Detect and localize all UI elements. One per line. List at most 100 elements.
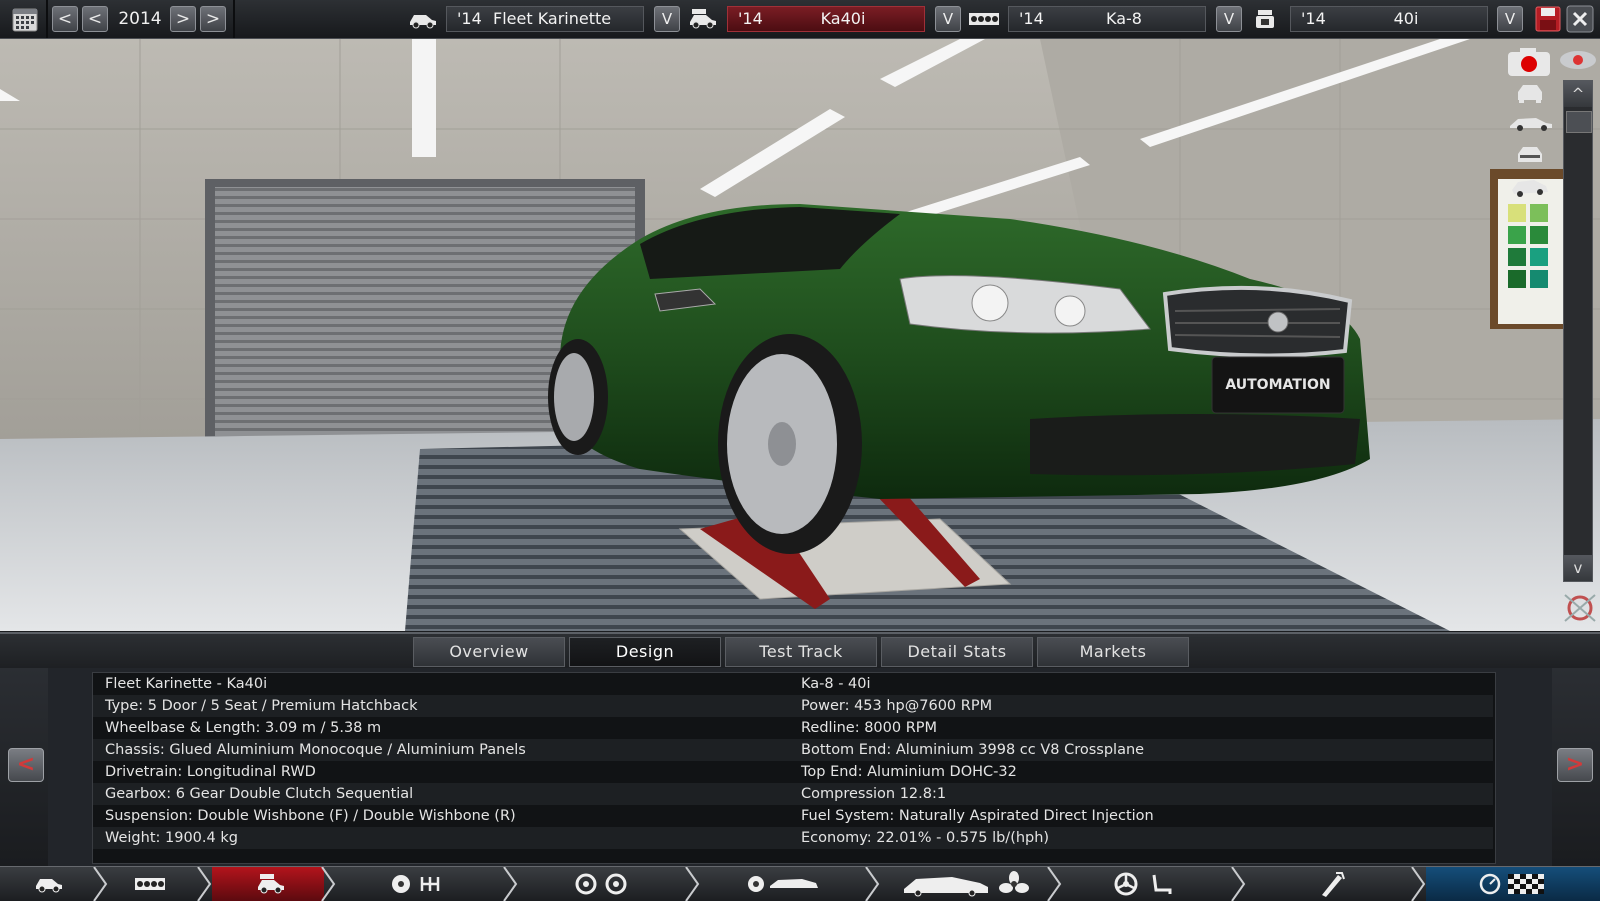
engine-selector[interactable]: '14 Ka-8 (1008, 6, 1206, 32)
three-quarter-view-icon[interactable] (1510, 174, 1550, 200)
platform-dropdown-button[interactable]: V (654, 6, 680, 32)
tuning-icon (1316, 871, 1346, 901)
suspension-cell: Suspension: Double Wishbone (F) / Double… (105, 808, 516, 824)
stage-wheels-button[interactable] (518, 867, 688, 901)
trim-year: '14 (738, 9, 763, 28)
scroll-down-button[interactable]: v (1564, 555, 1592, 581)
screenshot-camera-icon[interactable] (1506, 46, 1552, 78)
front-view-icon[interactable] (1515, 82, 1545, 104)
platform-name: Fleet Karinette (493, 9, 612, 28)
redline-cell: Redline: 8000 RPM (801, 720, 938, 736)
year-back-fast-button[interactable]: < (52, 6, 78, 32)
chevron-right-icon (93, 867, 108, 901)
side-view-icon[interactable] (1508, 114, 1554, 132)
info-tabs: Overview Design Test Track Detail Stats … (0, 632, 1600, 670)
top-toolbar: < < 2014 > > '14 Fleet Karinette V '14 K… (0, 0, 1600, 39)
chevron-right-icon (1047, 867, 1062, 901)
car-name-cell: Fleet Karinette - Ka40i (105, 676, 268, 692)
stage-engine-button[interactable] (108, 867, 200, 901)
next-page-button[interactable]: > (1557, 748, 1593, 782)
chevron-right-icon (197, 867, 212, 901)
tab-test-track[interactable]: Test Track (725, 637, 877, 667)
engine-icon (134, 876, 166, 896)
stage-body-design-button[interactable] (700, 867, 868, 901)
trim-name: Ka40i (820, 9, 866, 28)
reset-camera-icon[interactable] (1562, 592, 1598, 624)
table-row: Wheelbase & Length: 3.09 m / 5.38 m Redl… (93, 717, 1493, 739)
table-row: Fleet Karinette - Ka40i Ka-8 - 40i (93, 673, 1493, 695)
trim-dropdown-button[interactable]: V (935, 6, 961, 32)
stage-car-model-button[interactable] (0, 867, 96, 901)
economy-cell: Economy: 22.01% - 0.575 lb/(hph) (801, 830, 1050, 846)
garage-scene: AUTOMATION (0, 39, 1600, 631)
year-display: 2014 (118, 9, 162, 29)
car-model-icon (34, 875, 64, 897)
tab-overview[interactable]: Overview (413, 637, 565, 667)
stage-aero-cooling-button[interactable] (880, 867, 1050, 901)
chevron-right-icon (685, 867, 700, 901)
save-icon[interactable] (1534, 5, 1562, 33)
stage-test-track-button[interactable] (1426, 867, 1600, 901)
scroll-up-button[interactable]: ^ (1564, 81, 1592, 107)
compression-cell: Compression 12.8:1 (801, 786, 947, 802)
platform-selector[interactable]: '14 Fleet Karinette (446, 6, 644, 32)
year-back-button[interactable]: < (82, 6, 108, 32)
tab-markets[interactable]: Markets (1037, 637, 1189, 667)
engine-year: '14 (1019, 9, 1044, 28)
year-forward-fast-button[interactable]: > (200, 6, 226, 32)
body-design-icon (746, 874, 820, 898)
table-row: Chassis: Glued Aluminium Monocoque / Alu… (93, 739, 1493, 761)
chevron-right-icon (1231, 867, 1246, 901)
calendar-icon[interactable] (11, 5, 39, 33)
test-track-icon (1478, 872, 1548, 900)
chevron-right-icon (321, 867, 336, 901)
fuel-system-cell: Fuel System: Naturally Aspirated Direct … (801, 808, 1154, 824)
bottom-end-cell: Bottom End: Aluminium 3998 cc V8 Crosspl… (801, 742, 1145, 758)
engine-dropdown-button[interactable]: V (1216, 6, 1242, 32)
chevron-right-icon (503, 867, 518, 901)
variant-name: 40i (1393, 9, 1419, 28)
stage-trim-button[interactable] (212, 867, 324, 901)
power-cell: Power: 453 hp@7600 RPM (801, 698, 993, 714)
drivetrain-cell: Drivetrain: Longitudinal RWD (105, 764, 316, 780)
engine-name-cell: Ka-8 - 40i (801, 676, 871, 692)
trim-selector[interactable]: '14 Ka40i (727, 6, 925, 32)
tab-design[interactable]: Design (569, 637, 721, 667)
toggle-view-eye-icon[interactable] (1558, 48, 1598, 72)
stage-interior-button[interactable] (1062, 867, 1234, 901)
chevron-right-icon (865, 867, 880, 901)
platform-year: '14 (457, 9, 482, 28)
chevron-right-icon (1411, 867, 1426, 901)
engine-block-icon (968, 10, 1000, 32)
weight-cell: Weight: 1900.4 kg (105, 830, 238, 846)
table-row: Weight: 1900.4 kg Economy: 22.01% - 0.57… (93, 827, 1493, 849)
spec-table: Fleet Karinette - Ka40i Ka-8 - 40i Type:… (92, 672, 1496, 864)
year-forward-button[interactable]: > (170, 6, 196, 32)
stage-gearbox-button[interactable] (336, 867, 506, 901)
table-row: Type: 5 Door / 5 Seat / Premium Hatchbac… (93, 695, 1493, 717)
body-type-cell: Type: 5 Door / 5 Seat / Premium Hatchbac… (105, 698, 418, 714)
variant-dropdown-button[interactable]: V (1497, 6, 1523, 32)
variant-selector[interactable]: '14 40i (1290, 6, 1488, 32)
trim-icon (256, 873, 286, 899)
design-stage-nav (0, 866, 1600, 901)
car-trim-icon (688, 8, 718, 34)
design-info-panel: < > Fleet Karinette - Ka40i Ka-8 - 40i T… (0, 668, 1600, 866)
stage-tuning-button[interactable] (1246, 867, 1414, 901)
gearbox-icon (390, 873, 450, 899)
previous-page-button[interactable]: < (8, 748, 44, 782)
aero-cooling-icon (902, 871, 1032, 901)
engine-name: Ka-8 (1106, 9, 1142, 28)
rear-view-icon[interactable] (1515, 144, 1545, 166)
car-3d-viewport[interactable]: AUTOMATION (0, 39, 1600, 631)
car-platform-icon (408, 9, 438, 33)
variant-year: '14 (1301, 9, 1326, 28)
engine-variant-icon (1254, 8, 1276, 34)
close-icon[interactable] (1566, 5, 1594, 33)
camera-zoom-scrollbar[interactable]: ^ v (1563, 80, 1593, 582)
table-row: Suspension: Double Wishbone (F) / Double… (93, 805, 1493, 827)
scroll-thumb[interactable] (1566, 111, 1592, 133)
interior-icon (1114, 872, 1184, 900)
tab-detail-stats[interactable]: Detail Stats (881, 637, 1033, 667)
automation-badge-text: AUTOMATION (1225, 377, 1330, 393)
